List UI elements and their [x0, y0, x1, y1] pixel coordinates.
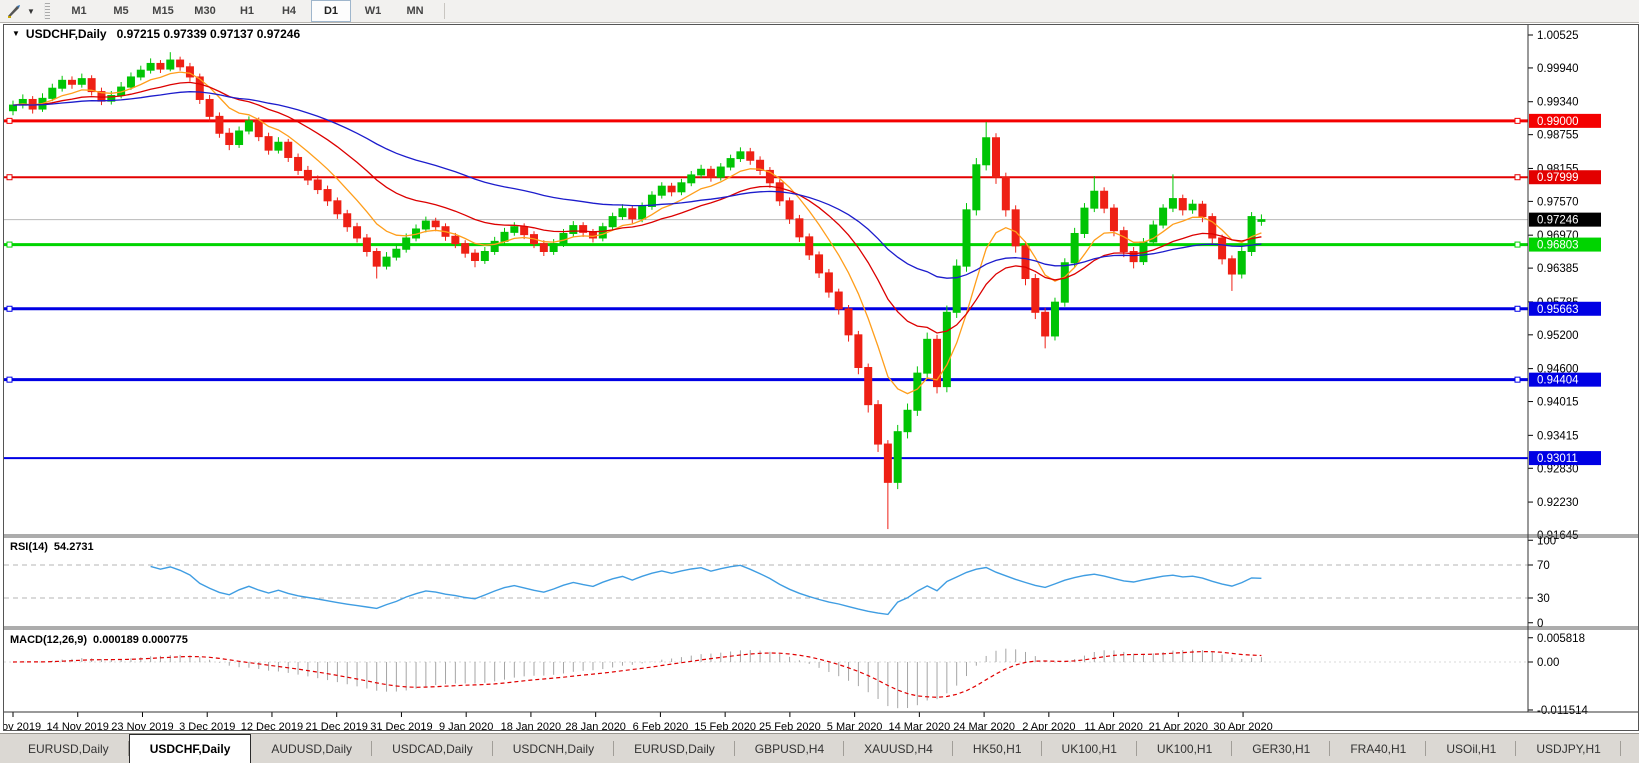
- svg-text:2 Apr 2020: 2 Apr 2020: [1022, 721, 1075, 731]
- timeframe-button-m15[interactable]: M15: [143, 0, 183, 22]
- chart-tools-icon[interactable]: [4, 2, 24, 20]
- chart-tab-hk50-h1[interactable]: HK50,H1: [953, 734, 1042, 763]
- collapse-arrow-icon[interactable]: ▼: [12, 29, 20, 38]
- level-marker[interactable]: [1515, 377, 1520, 382]
- chart-tab-usdcnh-daily[interactable]: USDCNH,Daily: [493, 734, 614, 763]
- svg-text:14 Nov 2019: 14 Nov 2019: [47, 721, 109, 731]
- chart-tab-audusd-daily[interactable]: AUDUSD,Daily: [251, 734, 372, 763]
- svg-text:0.98755: 0.98755: [1537, 130, 1579, 142]
- svg-text:24 Mar 2020: 24 Mar 2020: [953, 721, 1015, 731]
- timeframe-button-h1[interactable]: H1: [227, 0, 267, 22]
- svg-text:0.97570: 0.97570: [1537, 196, 1579, 208]
- svg-text:0.005818: 0.005818: [1537, 633, 1585, 645]
- timeframe-button-m30[interactable]: M30: [185, 0, 225, 22]
- chart-tab-usdchf-daily[interactable]: USDCHF,Daily: [129, 734, 252, 763]
- chart-tab-usdjpy-h1[interactable]: USDJPY,H1: [1516, 734, 1620, 763]
- chart-tab-uk100-h1[interactable]: UK100,H1: [1042, 734, 1137, 763]
- macd-indicator-label: MACD(12,26,9)0.000189 0.000775: [10, 634, 188, 646]
- svg-text:0.94015: 0.94015: [1537, 397, 1579, 409]
- svg-text:0.99940: 0.99940: [1537, 63, 1579, 75]
- svg-text:3 Dec 2019: 3 Dec 2019: [179, 721, 235, 731]
- svg-text:30 Apr 2020: 30 Apr 2020: [1213, 721, 1272, 731]
- svg-text:0.95663: 0.95663: [1537, 304, 1579, 316]
- chart-tab-uk100-h1[interactable]: UK100,H1: [1137, 734, 1232, 763]
- svg-text:0.97246: 0.97246: [1537, 215, 1579, 227]
- chart-tab-usoil-h1[interactable]: USOil,H1: [1426, 734, 1516, 763]
- level-marker[interactable]: [7, 118, 12, 123]
- chart-tab-eurusd-daily[interactable]: EURUSD,Daily: [8, 734, 129, 763]
- level-marker[interactable]: [1515, 306, 1520, 311]
- svg-text:25 Feb 2020: 25 Feb 2020: [759, 721, 821, 731]
- chart-window: 1.005250.999400.993400.987550.981550.975…: [3, 24, 1639, 731]
- svg-text:0.92230: 0.92230: [1537, 497, 1579, 509]
- svg-text:11 Apr 2020: 11 Apr 2020: [1084, 721, 1143, 731]
- chart-tab-bar: EURUSD,DailyUSDCHF,DailyAUDUSD,DailyUSDC…: [0, 733, 1639, 763]
- chart-tab-gbpusd-h4[interactable]: GBPUSD,H4: [735, 734, 844, 763]
- rsi-indicator-label: RSI(14)54.2731: [10, 541, 94, 553]
- toolbar-separator: [444, 3, 445, 19]
- timeframe-button-m5[interactable]: M5: [101, 0, 141, 22]
- timeframe-button-m1[interactable]: M1: [59, 0, 99, 22]
- svg-text:0.96385: 0.96385: [1537, 263, 1579, 275]
- svg-text:5 Nov 2019: 5 Nov 2019: [3, 721, 41, 731]
- svg-text:15 Feb 2020: 15 Feb 2020: [694, 721, 756, 731]
- level-marker[interactable]: [7, 242, 12, 247]
- svg-text:21 Dec 2019: 21 Dec 2019: [306, 721, 368, 731]
- svg-text:70: 70: [1537, 560, 1550, 572]
- timeframe-button-d1[interactable]: D1: [311, 0, 351, 22]
- svg-text:0.94404: 0.94404: [1537, 375, 1579, 387]
- mt4-application: ▼ M1M5M15M30H1H4D1W1MN 1.00525 0.99940 0.9…: [0, 0, 1639, 763]
- svg-text:0.00: 0.00: [1537, 657, 1559, 669]
- timeframe-buttons: M1M5M15M30H1H4D1W1MN: [58, 0, 436, 22]
- chart-tab-ger30-h1[interactable]: GER30,H1: [1232, 734, 1330, 763]
- chart-tools-dropdown-icon[interactable]: ▼: [24, 7, 38, 16]
- level-marker[interactable]: [1515, 242, 1520, 247]
- rsi-value: 54.2731: [54, 541, 94, 553]
- svg-text:21 Apr 2020: 21 Apr 2020: [1149, 721, 1208, 731]
- level-marker[interactable]: [1515, 118, 1520, 123]
- timeframe-button-h4[interactable]: H4: [269, 0, 309, 22]
- chart-title: ▼ USDCHF,Daily 0.97215 0.97339 0.97137 0.9…: [12, 27, 300, 41]
- level-marker[interactable]: [1515, 175, 1520, 180]
- timeframe-toolbar: ▼ M1M5M15M30H1H4D1W1MN: [0, 0, 1639, 23]
- level-marker[interactable]: [7, 377, 12, 382]
- svg-text:0.96803: 0.96803: [1537, 240, 1579, 252]
- macd-values: 0.000189 0.000775: [93, 634, 188, 646]
- level-marker[interactable]: [7, 175, 12, 180]
- svg-text:-0.011514: -0.011514: [1537, 705, 1589, 717]
- svg-text:18 Jan 2020: 18 Jan 2020: [501, 721, 562, 731]
- svg-text:6 Feb 2020: 6 Feb 2020: [633, 721, 689, 731]
- chart-symbol-label: USDCHF,Daily: [26, 27, 107, 41]
- chart-tab-usdcad-daily[interactable]: USDCAD,Daily: [372, 734, 493, 763]
- svg-text:5 Mar 2020: 5 Mar 2020: [827, 721, 883, 731]
- svg-text:1.00525: 1.00525: [1537, 30, 1579, 42]
- chart-tab-eurusd-daily[interactable]: EURUSD,Daily: [614, 734, 735, 763]
- level-marker[interactable]: [7, 306, 12, 311]
- svg-text:0.93415: 0.93415: [1537, 430, 1579, 442]
- svg-text:14 Mar 2020: 14 Mar 2020: [888, 721, 950, 731]
- svg-text:23 Nov 2019: 23 Nov 2019: [111, 721, 173, 731]
- svg-text:0: 0: [1537, 618, 1543, 630]
- svg-text:0.99000: 0.99000: [1537, 116, 1579, 128]
- timeframe-button-mn[interactable]: MN: [395, 0, 435, 22]
- svg-text:0.99340: 0.99340: [1537, 97, 1579, 109]
- timeframe-button-w1[interactable]: W1: [353, 0, 393, 22]
- price-chart-canvas[interactable]: 1.005250.999400.993400.987550.981550.975…: [3, 24, 1639, 731]
- svg-text:0.95200: 0.95200: [1537, 330, 1579, 342]
- svg-text:28 Jan 2020: 28 Jan 2020: [565, 721, 626, 731]
- chart-ohlc-quote: 0.97215 0.97339 0.97137 0.97246: [117, 27, 301, 41]
- svg-text:30: 30: [1537, 593, 1550, 605]
- svg-text:0.93011: 0.93011: [1537, 453, 1578, 465]
- toolbar-drag-handle[interactable]: [44, 3, 50, 19]
- svg-text:0.97999: 0.97999: [1537, 172, 1579, 184]
- svg-text:31 Dec 2019: 31 Dec 2019: [370, 721, 432, 731]
- svg-text:12 Dec 2019: 12 Dec 2019: [241, 721, 303, 731]
- chart-tab-fra40-h1[interactable]: FRA40,H1: [1330, 734, 1426, 763]
- svg-text:9 Jan 2020: 9 Jan 2020: [439, 721, 493, 731]
- chart-tab-xauusd-h4[interactable]: XAUUSD,H4: [844, 734, 953, 763]
